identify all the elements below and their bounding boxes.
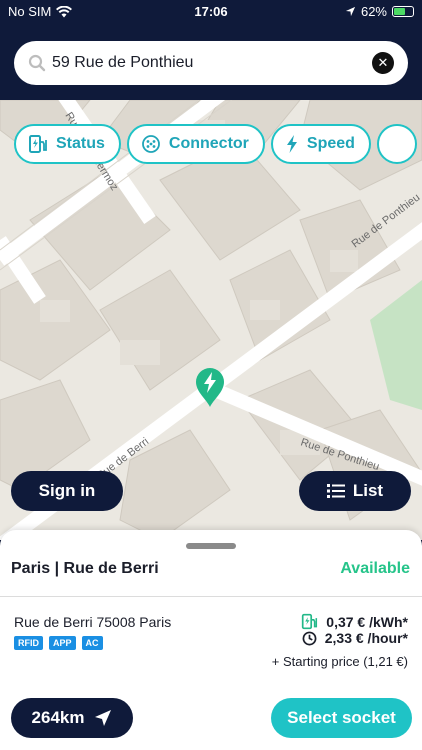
distance-label: 264km xyxy=(31,708,85,727)
sign-in-label: Sign in xyxy=(38,481,96,500)
price-hour-row: 2,33 € /hour* xyxy=(302,630,408,646)
header: 59 Rue de Ponthieu ✕ xyxy=(0,24,422,100)
charging-station-icon xyxy=(29,135,47,153)
badge-rfid: RFID xyxy=(14,636,43,650)
search-input[interactable]: 59 Rue de Ponthieu ✕ xyxy=(14,41,408,85)
distance-button[interactable]: 264km xyxy=(11,698,133,738)
price-per-kwh: 0,37 € /kWh* xyxy=(326,613,408,630)
search-value: 59 Rue de Ponthieu xyxy=(52,54,194,71)
station-bottom-sheet: Paris | Rue de Berri Available Rue de Be… xyxy=(0,530,422,750)
clear-search-button[interactable]: ✕ xyxy=(372,52,394,74)
filter-chips: Status Connector Speed xyxy=(14,124,422,164)
price-per-hour: 2,33 € /hour* xyxy=(324,630,408,646)
badge-ac: AC xyxy=(81,636,103,650)
list-button[interactable]: List xyxy=(299,471,411,511)
search-icon xyxy=(28,54,46,72)
navigation-arrow-icon xyxy=(95,710,112,726)
select-socket-label: Select socket xyxy=(287,708,396,727)
bolt-icon xyxy=(286,135,297,153)
charging-station-pin[interactable] xyxy=(194,366,226,408)
station-address: Rue de Berri 75008 Paris xyxy=(14,614,172,630)
sign-in-button[interactable]: Sign in xyxy=(11,471,123,511)
filter-status-chip[interactable]: Status xyxy=(14,124,121,164)
filter-speed-label: Speed xyxy=(306,135,355,152)
station-status: Available xyxy=(340,560,410,577)
list-icon xyxy=(326,484,345,498)
filter-connector-label: Connector xyxy=(168,135,249,152)
battery-icon xyxy=(392,6,414,17)
filter-speed-chip[interactable]: Speed xyxy=(270,124,371,164)
starting-price: + Starting price (1,21 €) xyxy=(271,654,408,669)
filter-more-chip[interactable] xyxy=(376,124,417,164)
payment-badges: RFID APP AC xyxy=(14,636,103,650)
select-socket-button[interactable]: Select socket xyxy=(271,698,412,738)
status-bar: No SIM 17:06 62% xyxy=(0,0,422,24)
location-arrow-icon xyxy=(345,6,356,17)
close-icon: ✕ xyxy=(377,55,389,70)
filter-connector-chip[interactable]: Connector xyxy=(126,124,265,164)
clock-icon xyxy=(302,631,317,645)
list-label: List xyxy=(352,481,384,500)
price-kwh-row: 0,37 € /kWh* xyxy=(301,613,408,630)
station-name: Paris | Rue de Berri xyxy=(11,560,159,577)
badge-app: APP xyxy=(49,636,76,650)
sheet-drag-handle[interactable] xyxy=(186,543,236,549)
connector-icon xyxy=(142,135,160,153)
battery-percent: 62% xyxy=(360,4,387,19)
filter-status-label: Status xyxy=(56,135,105,152)
map-pin-icon xyxy=(196,368,224,407)
charging-station-icon xyxy=(302,613,318,630)
